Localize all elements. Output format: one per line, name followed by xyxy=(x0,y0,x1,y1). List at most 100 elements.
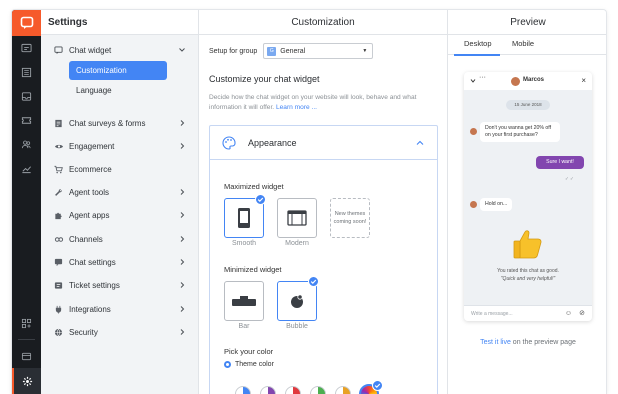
modern-label: Modern xyxy=(285,240,309,247)
sidebar-item-chat-widget[interactable]: Chat widget xyxy=(53,42,189,58)
test-live-row: Test it live on the preview page xyxy=(448,339,606,346)
agent-message: Don't you wanna get 20% off on your firs… xyxy=(480,122,560,142)
theme-color-label: Theme color xyxy=(235,361,274,368)
apps-icon[interactable] xyxy=(12,311,41,335)
chevron-right-icon xyxy=(180,329,185,335)
rating-text: You rated this chat as good. xyxy=(497,268,559,274)
sidebar-item-label: Agent tools xyxy=(69,187,110,197)
caret-down-icon: ▼ xyxy=(362,48,368,54)
inbox-icon[interactable] xyxy=(12,84,41,108)
eye-icon xyxy=(53,141,64,152)
maximized-widget-label: Maximized widget xyxy=(224,182,284,191)
test-live-suffix: on the preview page xyxy=(510,339,576,346)
sidebar-item-label: Chat widget xyxy=(69,45,112,55)
appearance-card: Appearance Maximized widget Smooth Moder… xyxy=(209,125,438,394)
agent-avatar xyxy=(511,77,520,86)
settings-title: Settings xyxy=(41,10,198,35)
chat-widget-icon xyxy=(53,45,64,56)
chevron-right-icon xyxy=(180,189,185,195)
app-window: Settings Chat widget Customization Langu… xyxy=(11,9,607,394)
appearance-header[interactable]: Appearance xyxy=(210,126,437,160)
selected-check-icon xyxy=(308,276,319,287)
chevron-right-icon xyxy=(180,259,185,265)
chevron-right-icon xyxy=(180,212,185,218)
wrench-icon xyxy=(53,187,64,198)
sidebar-item-chat-settings[interactable]: Chat settings xyxy=(53,254,189,270)
chevron-right-icon xyxy=(180,120,185,126)
color-swatch-blue[interactable] xyxy=(235,386,251,394)
emoji-icon[interactable]: ☺ xyxy=(565,306,572,321)
chats-icon[interactable] xyxy=(12,36,41,60)
minimized-bubble-tile[interactable] xyxy=(277,281,317,321)
customers-icon[interactable] xyxy=(12,132,41,156)
appearance-title: Appearance xyxy=(248,137,297,148)
settings-gear-icon[interactable] xyxy=(12,368,41,394)
chevron-up-icon xyxy=(179,48,185,52)
thumbs-up-icon xyxy=(513,230,542,259)
tab-mobile[interactable]: Mobile xyxy=(512,39,534,48)
reports-icon[interactable] xyxy=(12,156,41,180)
settings-panel: Settings Chat widget Customization Langu… xyxy=(41,10,199,394)
message-input[interactable]: Write a message... ☺ ⊘ xyxy=(464,305,592,321)
archives-icon[interactable] xyxy=(12,60,41,84)
message-input-placeholder: Write a message... xyxy=(471,311,513,317)
learn-more-link[interactable]: Learn more ... xyxy=(276,104,317,111)
sidebar-item-label: Ecommerce xyxy=(69,164,112,174)
tab-desktop[interactable]: Desktop xyxy=(464,39,492,48)
chat-settings-icon xyxy=(53,257,64,268)
sidebar-item-ticket-settings[interactable]: Ticket settings xyxy=(53,277,189,293)
test-live-link[interactable]: Test it live xyxy=(480,339,511,346)
minimized-widget-label: Minimized widget xyxy=(224,265,282,274)
forms-icon xyxy=(53,118,64,129)
color-swatch-green[interactable] xyxy=(310,386,326,394)
chat-widget-preview: ··· Marcos × 15 June 2018 Don't you wann… xyxy=(464,72,592,321)
sidebar-item-integrations[interactable]: Integrations xyxy=(53,301,189,317)
sidebar-item-chat-surveys[interactable]: Chat surveys & forms xyxy=(53,115,189,131)
theme-color-radio[interactable] xyxy=(224,361,231,368)
chevron-down-icon[interactable] xyxy=(470,77,476,85)
puzzle-icon xyxy=(53,210,64,221)
theme-modern-tile[interactable] xyxy=(277,198,317,238)
color-swatch-purple[interactable] xyxy=(260,386,276,394)
rating-comment: "Quick and very helpful!" xyxy=(500,276,556,282)
active-tab-indicator xyxy=(454,54,500,56)
sidebar-item-security[interactable]: Security xyxy=(53,324,189,340)
color-swatch-orange[interactable] xyxy=(335,386,351,394)
rail-divider xyxy=(18,339,35,340)
channels-icon xyxy=(53,234,64,245)
preview-title: Preview xyxy=(448,10,606,35)
chevron-right-icon xyxy=(180,143,185,149)
group-badge: G xyxy=(267,46,277,56)
preview-panel: Preview Desktop Mobile ··· Marcos × 15 J… xyxy=(448,10,606,394)
customize-description: Decide how the chat widget on your websi… xyxy=(209,93,439,113)
new-themes-line1: New themes xyxy=(334,211,366,217)
sidebar-item-agent-tools[interactable]: Agent tools xyxy=(53,184,189,200)
date-divider: 15 June 2018 xyxy=(506,100,550,110)
sidebar-subitem-customization[interactable]: Customization xyxy=(69,61,167,80)
sidebar-item-label: Agent apps xyxy=(69,210,110,220)
more-icon[interactable]: ··· xyxy=(479,74,486,81)
sidebar-item-engagement[interactable]: Engagement xyxy=(53,138,189,154)
tickets-icon[interactable] xyxy=(12,108,41,132)
bar-label: Bar xyxy=(238,323,250,330)
livechat-logo-icon[interactable] xyxy=(12,10,41,36)
sidebar-subitem-language[interactable]: Language xyxy=(69,81,167,100)
sidebar-item-label: Ticket settings xyxy=(69,280,120,290)
sidebar-item-agent-apps[interactable]: Agent apps xyxy=(53,207,189,223)
plug-icon xyxy=(53,304,64,315)
customer-message: Sure I want! xyxy=(536,156,584,169)
billing-icon[interactable] xyxy=(12,344,41,368)
agent-name: Marcos xyxy=(523,77,545,83)
close-icon[interactable]: × xyxy=(581,76,586,85)
minimized-bar-tile[interactable] xyxy=(224,281,264,321)
sidebar-item-ecommerce[interactable]: Ecommerce xyxy=(53,161,189,177)
new-themes-placeholder: New themes coming soon! xyxy=(330,198,370,238)
nav-rail xyxy=(12,10,41,394)
group-select[interactable]: G General ▼ xyxy=(263,43,374,59)
color-swatch-red[interactable] xyxy=(285,386,301,394)
read-checkmark-icon: ✓ ✓ xyxy=(565,176,574,181)
sidebar-item-label: Integrations xyxy=(69,304,111,314)
sidebar-item-channels[interactable]: Channels xyxy=(53,231,189,247)
attachment-icon[interactable]: ⊘ xyxy=(579,306,585,321)
customize-heading: Customize your chat widget xyxy=(209,74,320,84)
